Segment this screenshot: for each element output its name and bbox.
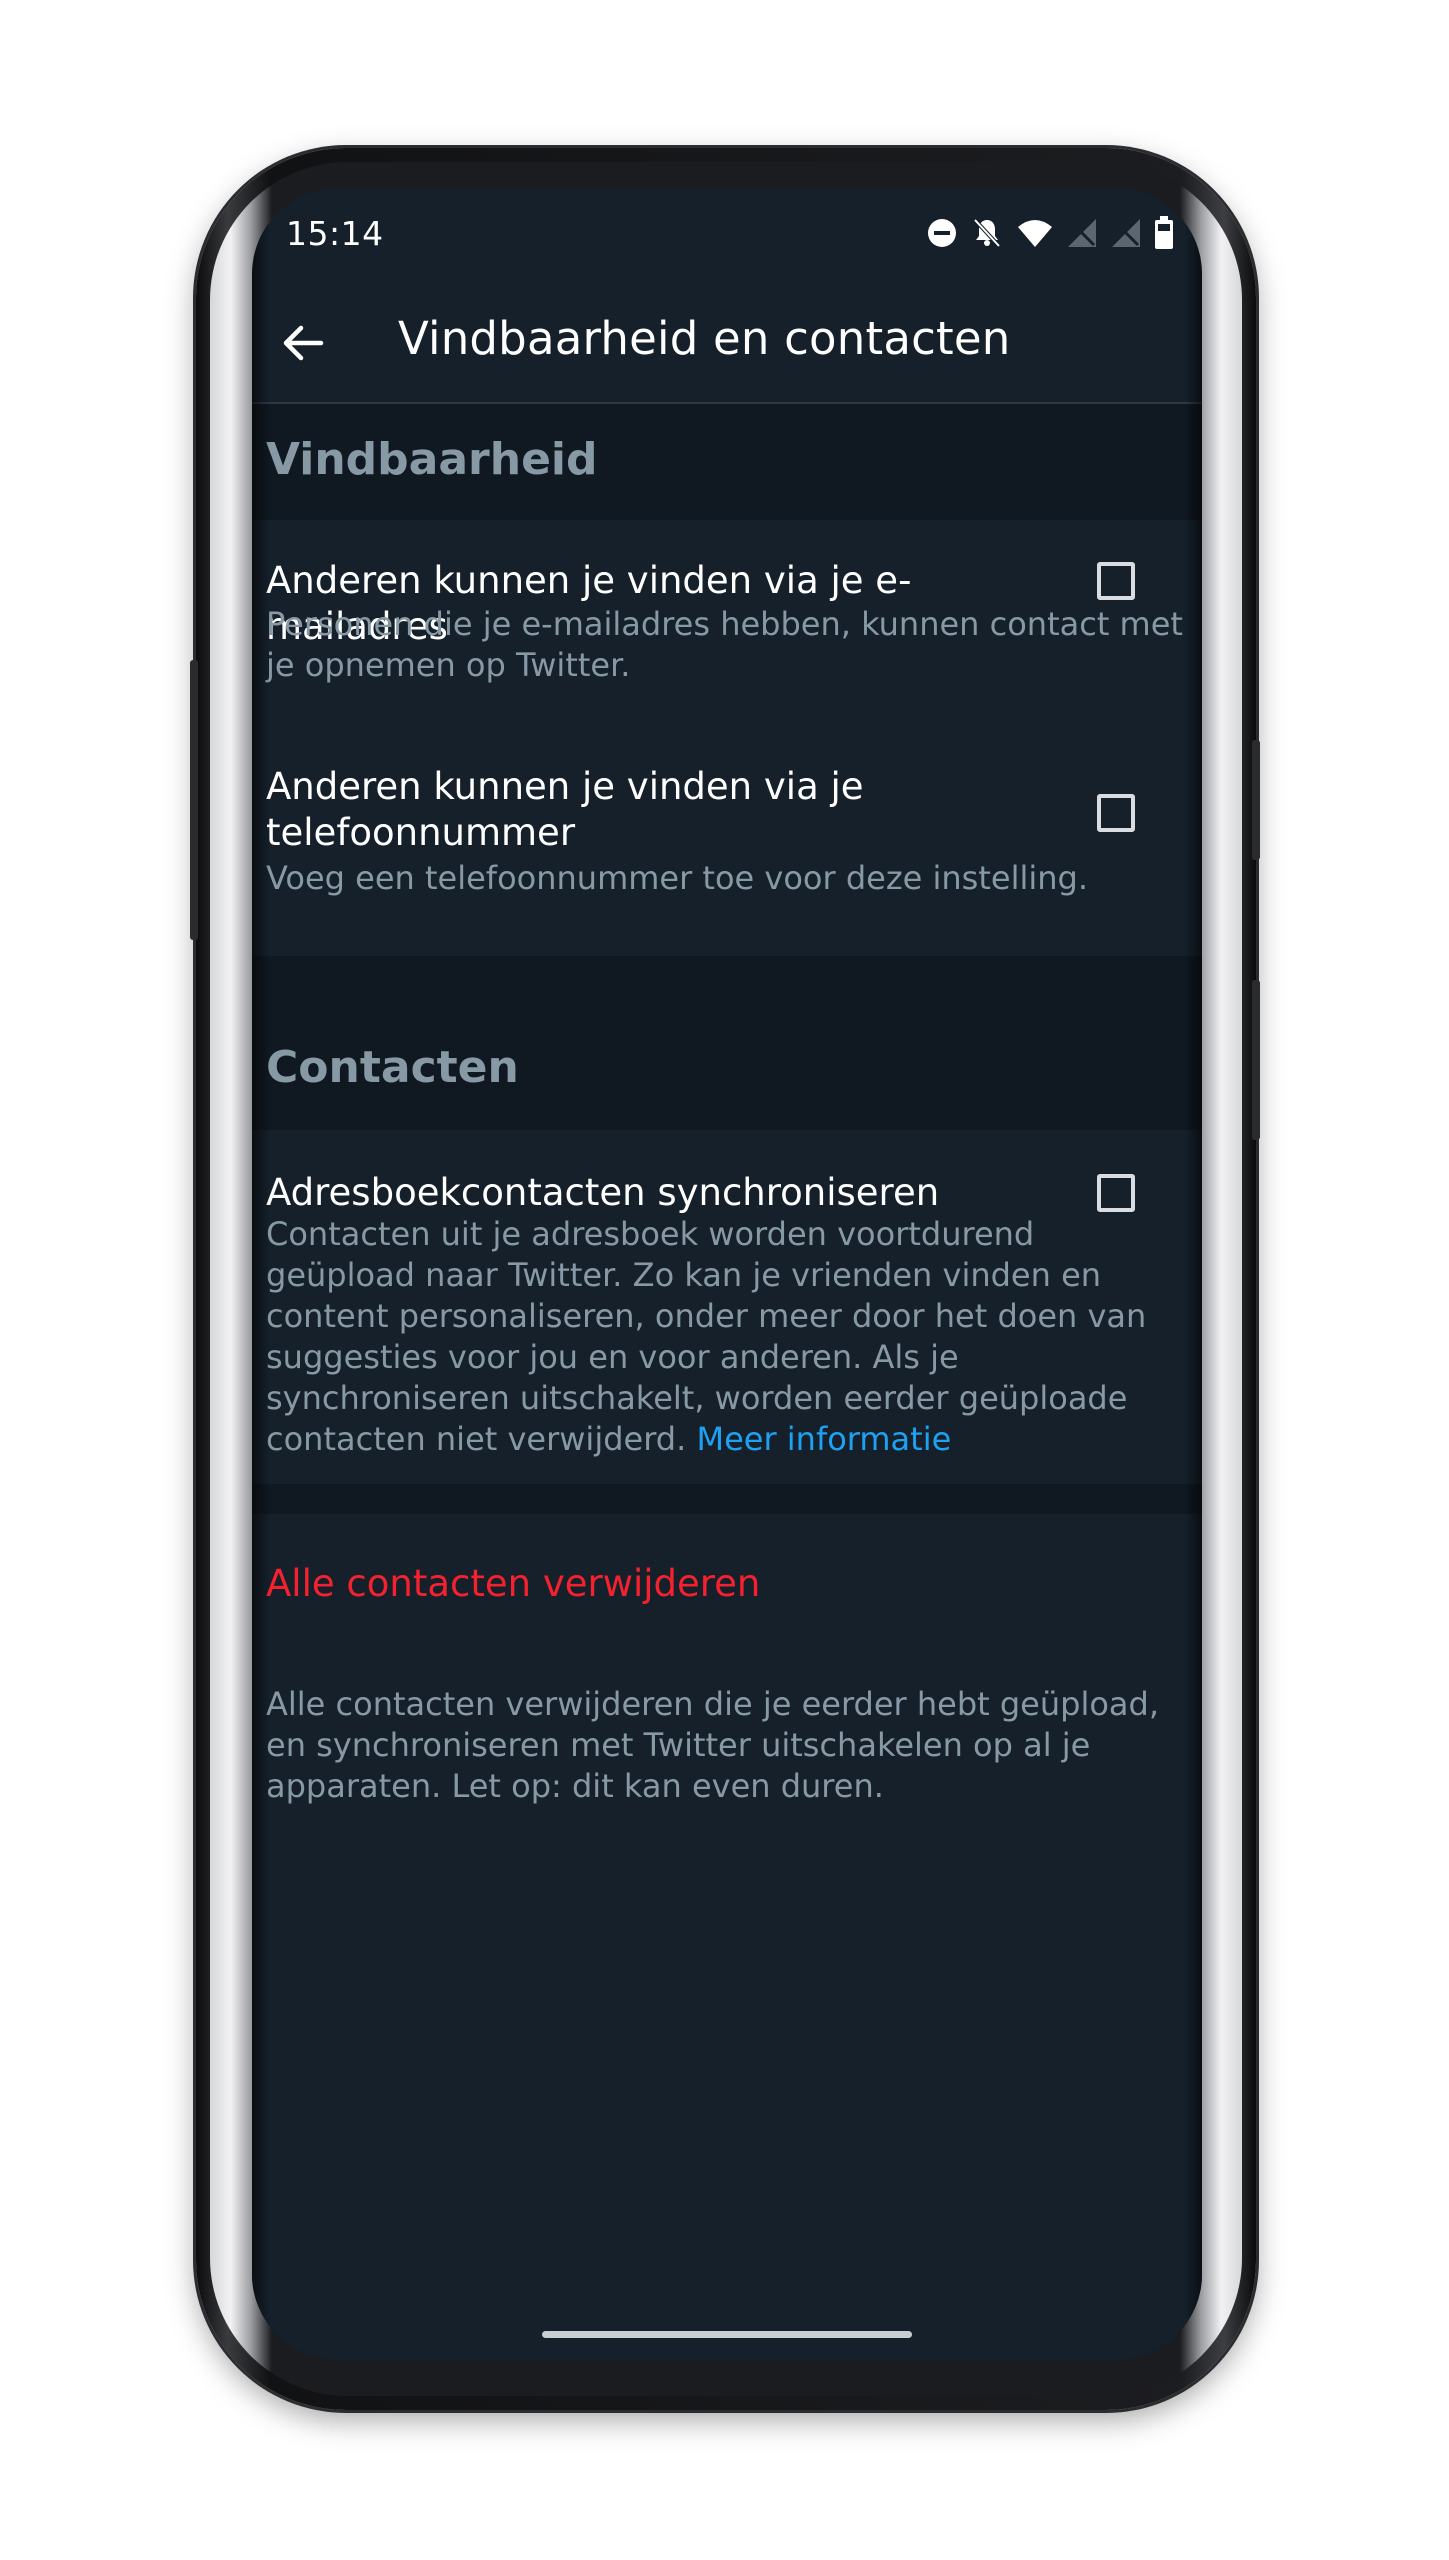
setting-description: Voeg een telefoonnummer toe voor deze in… [266,859,1088,897]
wifi-icon [1018,220,1052,247]
section-divider [252,1484,1202,1514]
arrow-left-icon [283,325,324,361]
setting-description: Contacten uit je adresboek worden voortd… [266,1214,1186,1460]
email-discoverability-checkbox[interactable] [1097,562,1135,600]
status-time: 15:14 [286,214,384,253]
delete-contacts-block: Alle contacten verwijderen Alle contacte… [252,1514,1202,2360]
setting-row-email[interactable]: Anderen kunnen je vinden via je e-mailad… [252,520,1202,728]
phone-discoverability-checkbox[interactable] [1097,794,1135,832]
app-bar: Vindbaarheid en contacten [252,284,1202,404]
setting-title: Anderen kunnen je vinden via je telefoon… [266,765,864,854]
setting-title: Adresboekcontacten synchroniseren [266,1171,940,1214]
section-title: Contacten [266,1042,519,1093]
bell-off-icon [973,218,1001,248]
phone-power-button [1252,980,1260,1140]
section-header-contacts: Contacten [252,956,1202,1130]
setting-row-sync-contacts[interactable]: Adresboekcontacten synchroniseren Contac… [252,1130,1202,1484]
home-indicator[interactable] [542,2331,912,2338]
battery-icon [1155,216,1173,249]
phone-alert-slider [1252,740,1260,860]
status-icons [926,216,1174,250]
do-not-disturb-icon [928,219,956,247]
delete-description: Alle contacten verwijderen die je eerder… [266,1685,1160,1805]
delete-all-contacts-button[interactable]: Alle contacten verwijderen [266,1562,760,1605]
phone-volume-button [190,660,198,940]
phone-screen: 15:14 Vindbaarheid en contacten Vindbaar… [252,188,1202,2360]
section-title: Vindbaarheid [266,434,598,485]
page-title: Vindbaarheid en contacten [398,312,1011,365]
setting-row-phone[interactable]: Anderen kunnen je vinden via je telefoon… [252,728,1202,956]
signal-off-icon [1068,219,1096,247]
back-button[interactable] [270,310,336,376]
signal-off-icon [1112,219,1140,247]
sync-contacts-checkbox[interactable] [1097,1174,1135,1212]
setting-description: Personen die je e-mailadres hebben, kunn… [266,605,1183,684]
status-bar: 15:14 [252,188,1202,284]
section-header-findability: Vindbaarheid [252,404,1202,520]
learn-more-link[interactable]: Meer informatie [696,1420,951,1458]
